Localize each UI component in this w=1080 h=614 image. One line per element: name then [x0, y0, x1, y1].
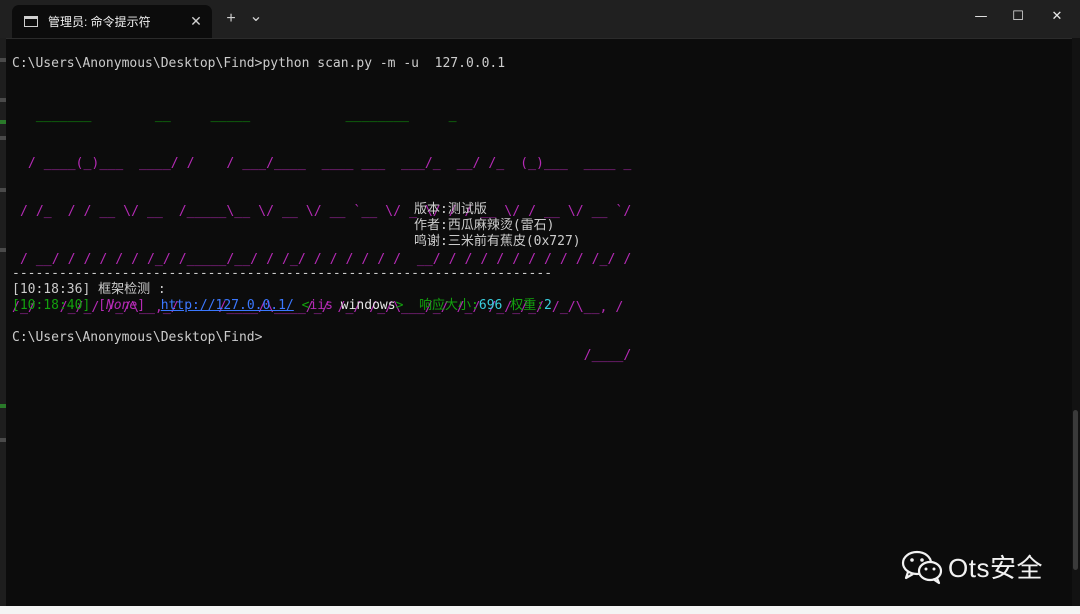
log-line-result: [10:18:40] [None] http://127.0.0.1/ <iis… — [12, 298, 552, 314]
bracket: [ — [90, 298, 106, 313]
bracket: ] — [137, 298, 146, 313]
version-text: 版本:测试版 — [414, 202, 487, 217]
thanks-text: 鸣谢:三米前有蕉皮(0x727) — [414, 234, 581, 249]
log-message: 框架检测 : — [90, 282, 166, 297]
terminal-output[interactable]: C:\Users\Anonymous\Desktop\Find>python s… — [12, 56, 1062, 396]
wechat-icon — [901, 550, 943, 584]
prompt-line[interactable]: C:\Users\Anonymous\Desktop\Find> — [12, 330, 552, 346]
watermark-text: Ots安全 — [948, 553, 1043, 583]
close-button[interactable]: ✕ — [1034, 0, 1080, 34]
weight-label: 权重: — [510, 298, 545, 313]
tab-close-icon[interactable]: ✕ — [188, 13, 204, 29]
log-block: [10:18:36] 框架检测 : [10:18:40] [None] http… — [12, 282, 552, 346]
banner-line: _______ __ _____ ________ _ — [12, 108, 457, 123]
banner-line: /____/ — [12, 348, 632, 363]
response-size-label: 响应大小: — [419, 298, 479, 313]
framework-result: None — [105, 298, 138, 313]
tab-title: 管理员: 命令提示符 — [48, 15, 151, 29]
scrollbar[interactable] — [1072, 38, 1080, 614]
terminal-tab[interactable]: 管理员: 命令提示符 ✕ — [12, 5, 212, 38]
separator-line: ----------------------------------------… — [12, 266, 553, 281]
banner-line: / ____(_)___ ____/ / / ___/____ ____ ___… — [12, 156, 632, 171]
weight-value: 2 — [544, 298, 552, 313]
server-os: windows — [332, 298, 396, 313]
scrollbar-thumb[interactable] — [1073, 410, 1078, 570]
title-bar: 管理员: 命令提示符 ✕ + ⌄ — ☐ ✕ — [0, 0, 1080, 39]
server-iis: iis — [309, 298, 333, 313]
tab-dropdown-icon[interactable]: ⌄ — [246, 7, 266, 27]
log-timestamp: [10:18:40] — [12, 298, 91, 313]
taskbar-edge — [0, 606, 1080, 614]
response-size-value: 696 — [478, 298, 503, 313]
log-line-framework: [10:18:36] 框架检测 : — [12, 282, 552, 298]
tool-info: 版本:测试版 作者:西瓜麻辣烫(雷石) 鸣谢:三米前有蕉皮(0x727) — [414, 202, 581, 250]
bracket: > — [395, 298, 404, 313]
command-line: C:\Users\Anonymous\Desktop\Find>python s… — [12, 56, 506, 71]
log-timestamp: [10:18:36] — [12, 282, 91, 297]
author-text: 作者:西瓜麻辣烫(雷石) — [414, 218, 555, 233]
watermark: Ots安全 — [900, 548, 1043, 585]
terminal-icon — [24, 16, 38, 27]
background-window-edge — [0, 38, 6, 614]
target-url-link[interactable]: http://127.0.0.1/ — [161, 298, 294, 313]
new-tab-button[interactable]: + — [221, 9, 241, 29]
